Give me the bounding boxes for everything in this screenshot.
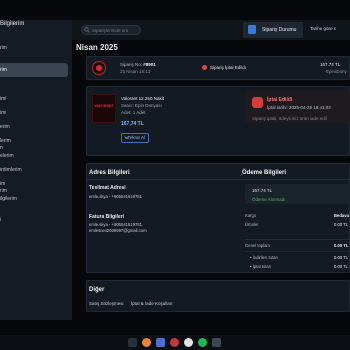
billing-line: emle.skya - +905541619781 [89, 222, 142, 227]
sidebar-item[interactable]: imi [0, 92, 68, 106]
payment-row-value: 0.00 TL [334, 222, 349, 227]
app-screen: Bilgilerim rim rim imi imi erim lerim n … [0, 0, 350, 350]
product-quantity: Adet: 1 Adet [121, 110, 146, 115]
payment-title: Ödeme Bilgileri [242, 170, 287, 176]
seller-logo-mark [96, 65, 102, 71]
cancellation-note: Sipariş iptali, ödeyiciniz ürün iade edi… [252, 116, 327, 121]
order-seller: Epin/Düny [326, 69, 347, 74]
taskbar-browser-icon[interactable] [142, 338, 151, 347]
product-seller: Satıcı: Epin Dünyası [121, 103, 162, 108]
billing-email: emlesnex2009997@gmail.com [89, 228, 147, 233]
taskbar-app-icon[interactable] [170, 338, 179, 347]
cancellation-title: İptal Edildi [267, 97, 293, 103]
payment-row-label: Kargo [245, 213, 257, 218]
cancellation-date: İptal tarihi: 2025-04-25 18:41:03 [267, 105, 331, 110]
sidebar-item[interactable]: imi [0, 106, 68, 120]
sort-dropdown[interactable]: Tarihe göre s [310, 26, 336, 31]
order-status-label: Sipariş Durumu [262, 27, 297, 33]
order-price: 167.74 TL [320, 62, 341, 67]
payment-row-value: Bedava [334, 213, 349, 218]
product-image[interactable] [92, 94, 116, 123]
page-title: Nisan 2025 [76, 43, 118, 52]
taskbar-app-icon[interactable] [156, 338, 165, 347]
order-number-value: #8901 [143, 62, 156, 67]
payment-subrow-label: • İptal tutarı [250, 264, 272, 269]
search-input[interactable] [81, 25, 141, 35]
payment-status: Ödeme Alınmadı [252, 197, 286, 202]
payment-total-label: Genel toplam [245, 243, 270, 248]
sidebar-item[interactable]: i [0, 213, 68, 227]
shipping-title: Teslimat Adresi [89, 185, 126, 191]
search-icon [84, 27, 90, 33]
address-title: Adres Bilgileri [89, 170, 130, 176]
taskbar-app-icon[interactable] [128, 338, 137, 347]
order-status-icon [248, 25, 256, 34]
sidebar-item[interactable]: irdimlerim [0, 163, 68, 177]
product-image-text: VALORANT [94, 104, 114, 108]
payment-amount: 167.74 TL [252, 188, 273, 193]
billing-title: Fatura Bilgileri [89, 214, 125, 220]
return-policy-link[interactable]: İptal & İade Koşulları [131, 301, 173, 306]
sidebar-item[interactable]: rim [0, 41, 68, 55]
cancel-icon [252, 97, 263, 108]
payment-divider [245, 251, 350, 252]
payment-subrow-value: 0.00 TL [334, 255, 349, 260]
taskbar-app-icon[interactable] [212, 338, 221, 347]
order-status: Sipariş İptal Edildi [210, 65, 246, 70]
other-title: Diğer [89, 287, 105, 293]
cart-icon [124, 136, 128, 140]
shipping-line: emle.skya - +905541619781 [89, 194, 142, 199]
payment-subrow-label: • İndirilen tutarı [250, 255, 278, 260]
sidebar-item-active[interactable]: rim [0, 63, 68, 77]
divider [86, 179, 350, 180]
product-price: 167,74 TL [121, 121, 144, 127]
taskbar-music-icon[interactable] [198, 338, 207, 347]
sales-agreement-link[interactable]: Satış Sözleşmesi [89, 301, 124, 306]
payment-row-label: Ürünler [245, 222, 259, 227]
order-date: 25 Nisan 18:13 [120, 69, 151, 74]
status-dot [202, 65, 207, 70]
product-name[interactable]: Valorant 12.250 Nakit [121, 96, 164, 101]
payment-divider [245, 239, 350, 240]
order-number: Sipariş No: #8901 [120, 62, 156, 67]
payment-subrow-value: 0.00 TL [334, 264, 349, 269]
taskbar-app-icon[interactable] [184, 338, 193, 347]
sidebar-item[interactable]: erim [0, 120, 68, 134]
sidebar-title: Bilgilerim [0, 21, 25, 27]
order-number-label: Sipariş No: [120, 62, 143, 67]
sidebar-item[interactable]: elerim [0, 149, 68, 163]
other-card [86, 280, 350, 312]
sidebar-item[interactable]: ilgilerim [0, 192, 68, 206]
payment-total-value: 0.00 TL [334, 243, 349, 248]
